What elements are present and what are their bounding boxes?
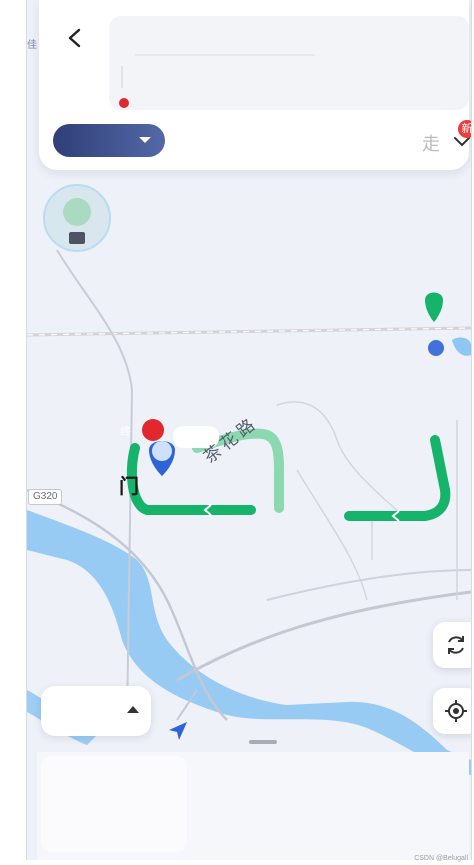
marker-badge: 终 — [120, 426, 131, 438]
chevron-left-icon — [68, 28, 81, 48]
navigation-arrow-icon — [169, 722, 187, 740]
lake — [452, 337, 471, 356]
route-connector — [121, 66, 123, 88]
watermark: CSDN @Belugall — [414, 855, 468, 862]
locate-button[interactable] — [433, 688, 471, 734]
refresh-icon — [448, 636, 464, 654]
destination-dot-icon — [119, 98, 129, 108]
road — [176, 590, 471, 682]
avatar — [152, 441, 172, 461]
locate-icon — [445, 700, 467, 722]
back-button[interactable] — [55, 18, 95, 58]
route-header: 走 新 — [39, 0, 471, 170]
route-end-marker — [425, 292, 443, 322]
marker-badge-bg — [142, 419, 164, 441]
refresh-button[interactable] — [433, 622, 471, 668]
caret-up-icon — [127, 706, 139, 713]
poi-label: 门 — [119, 476, 139, 498]
bottom-sheet — [37, 752, 469, 860]
highway-badge: G320 — [28, 489, 63, 505]
walk-label[interactable]: 走 — [422, 130, 440, 156]
travel-mode-dropdown[interactable] — [53, 124, 165, 157]
caret-down-icon — [139, 137, 151, 143]
side-label: 佳 — [27, 40, 37, 51]
new-badge: 新 — [458, 120, 471, 138]
route-end-dot — [428, 340, 444, 356]
route-input-box[interactable] — [109, 16, 469, 110]
start-field-placeholder — [135, 54, 315, 56]
route-option-card[interactable] — [41, 756, 187, 852]
road — [276, 401, 408, 521]
layer-panel-toggle[interactable] — [41, 686, 151, 736]
route-segment — [126, 443, 256, 515]
sheet-drag-handle[interactable] — [249, 740, 277, 744]
app-frame: 佳 走 新 G320 茶花路 门 终 — [26, 0, 472, 860]
